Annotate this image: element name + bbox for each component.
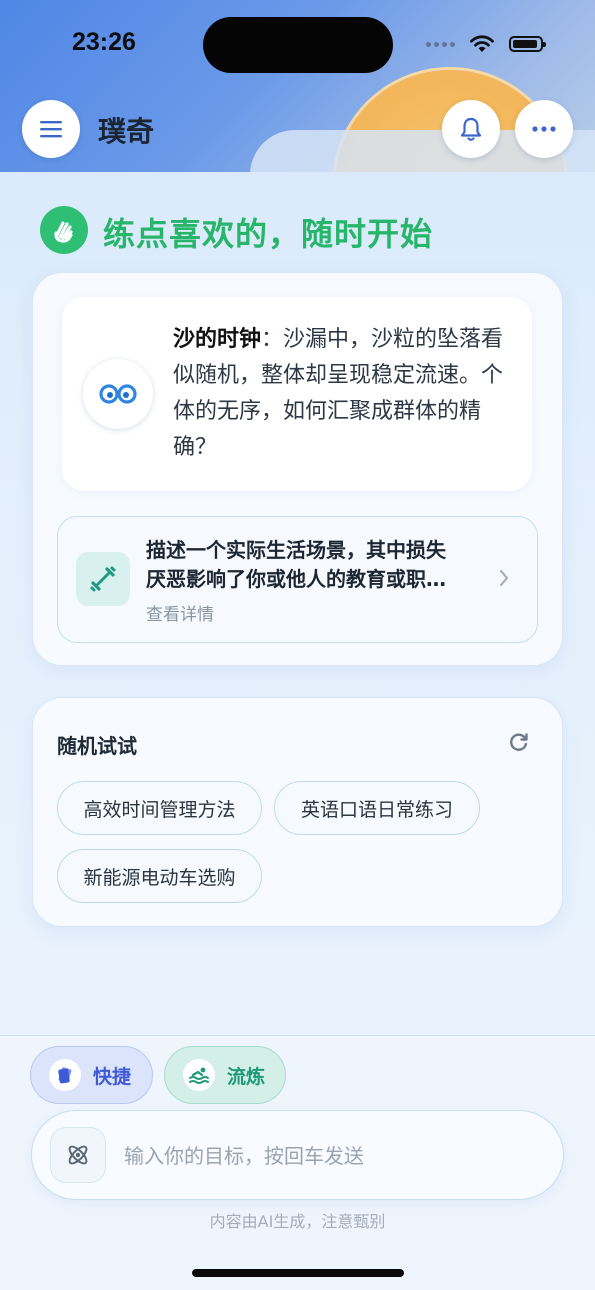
task-title-line-1: 描述一个实际生活场景，其中损失 (146, 538, 446, 562)
dumbbell-icon (76, 552, 130, 606)
view-details-link[interactable]: 查看详情 (146, 600, 214, 625)
infinity-eyes-icon (99, 384, 137, 404)
quick-mode-button[interactable]: 快捷 (30, 1046, 153, 1104)
greeting-text: 练点喜欢的，随时开始 (103, 215, 434, 253)
quick-mode-label: 快捷 (93, 1065, 132, 1088)
atom-button[interactable] (50, 1127, 106, 1183)
task-title-line-2: 厌恶影响了你或他人的教育或职… (146, 567, 446, 591)
quote-text: 沙的时钟：沙漏中，沙粒的坠落看似随机，整体却呈现稳定流速。个体的无序，如何汇聚成… (173, 322, 511, 466)
atom-icon (68, 1145, 88, 1165)
bell-icon (460, 117, 482, 141)
menu-button[interactable] (22, 100, 80, 158)
goal-input[interactable] (122, 1135, 546, 1177)
ai-disclaimer: 内容由AI生成，注意甄别 (209, 1212, 386, 1231)
refresh-icon (510, 733, 528, 751)
more-options-button[interactable] (515, 100, 573, 158)
suggestion-chip[interactable]: 高效时间管理方法 (57, 781, 262, 835)
cellular-signal-icon (426, 41, 455, 47)
cards-icon (49, 1059, 81, 1091)
more-dots-icon (532, 126, 556, 132)
waving-hand-icon (40, 206, 88, 254)
notification-button[interactable] (442, 100, 500, 158)
quote-title: 沙的时钟 (173, 327, 262, 352)
refresh-button[interactable] (506, 729, 532, 755)
quote-avatar (83, 359, 153, 429)
battery-icon (509, 36, 546, 52)
status-icons (426, 32, 546, 56)
chevron-right-icon (499, 569, 509, 587)
dynamic-island (203, 17, 393, 73)
app-title: 璞奇 (98, 115, 155, 148)
composer-divider (0, 1035, 595, 1036)
home-indicator[interactable] (192, 1269, 404, 1277)
suggestion-chip[interactable]: 新能源电动车选购 (57, 849, 262, 903)
suggestion-chip[interactable]: 英语口语日常练习 (274, 781, 480, 835)
wifi-icon (470, 35, 494, 52)
random-suggestions-title: 随机试试 (57, 734, 137, 758)
status-time: 23:26 (72, 28, 136, 56)
drill-mode-button[interactable]: 流炼 (164, 1046, 286, 1104)
quote-separator: ： (261, 327, 284, 352)
hamburger-menu-icon (40, 121, 62, 138)
swimmer-icon (183, 1059, 215, 1091)
drill-mode-label: 流炼 (227, 1065, 266, 1088)
